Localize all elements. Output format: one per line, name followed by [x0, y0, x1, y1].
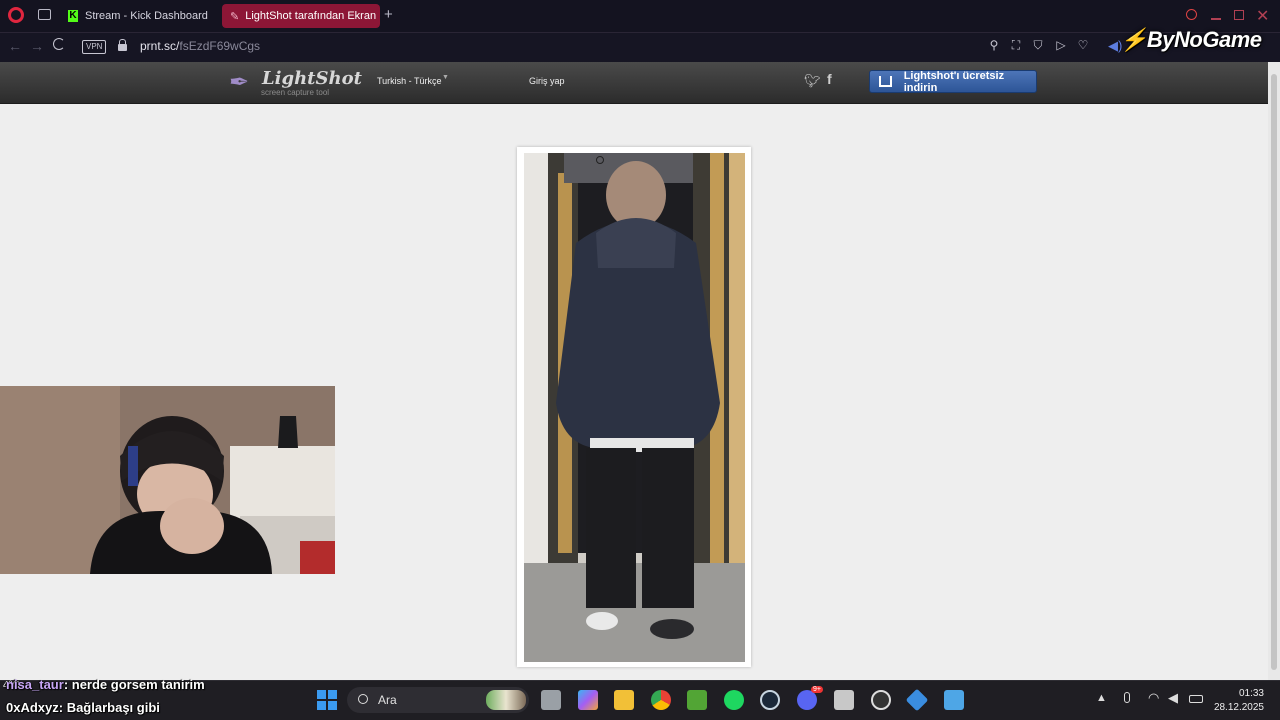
chat-username: 0xAdxyz: [6, 700, 59, 715]
lightshot-header: [0, 62, 1268, 104]
url-path: fsEzdF69wCgs: [179, 39, 261, 53]
url-host: prnt.sc/: [140, 39, 180, 53]
microphone-icon[interactable]: [1124, 692, 1130, 703]
discord-badge: 9+: [811, 686, 823, 693]
webcam-overlay: [0, 386, 335, 574]
chat-message: nisa_taur: nerde gorsem tanirim: [6, 677, 205, 692]
search-highlight-image[interactable]: [486, 690, 526, 710]
task-view-icon[interactable]: [541, 690, 561, 710]
login-link[interactable]: Giriş yap: [529, 76, 565, 86]
recorder-icon[interactable]: [871, 690, 891, 710]
chevron-up-icon[interactable]: ▲: [1096, 692, 1107, 704]
game-launcher-icon[interactable]: [834, 690, 854, 710]
tab-switcher-icon[interactable]: [38, 9, 51, 20]
lock-icon[interactable]: [118, 39, 127, 51]
battery-icon[interactable]: [1189, 695, 1203, 703]
tab-kick-dashboard[interactable]: K Stream - Kick Dashboard: [60, 4, 216, 28]
twitter-icon[interactable]: 🐦︎: [804, 73, 821, 89]
kick-favicon-icon: K: [68, 10, 78, 22]
url-field[interactable]: prnt.sc/fsEzdF69wCgs: [140, 39, 260, 53]
chat-username: nisa_taur: [6, 677, 64, 692]
chevron-down-icon[interactable]: ▼: [442, 74, 449, 81]
webcam-drawing: [0, 386, 335, 574]
opera-menu-icon[interactable]: [8, 7, 24, 23]
reload-icon[interactable]: [53, 38, 65, 50]
clock-date[interactable]: 28.12.2025: [1213, 702, 1264, 713]
new-tab-button[interactable]: +: [384, 6, 398, 24]
chrome-icon[interactable]: [651, 690, 671, 710]
screenshot-image[interactable]: [524, 153, 745, 662]
tab-label: LightShot tarafından Ekran: [245, 10, 377, 22]
wifi-icon[interactable]: ◠: [1148, 690, 1159, 706]
feather-favicon-icon: ✎: [230, 10, 240, 23]
spotify-icon[interactable]: [724, 690, 744, 710]
clock-time[interactable]: 01:33: [1226, 688, 1264, 699]
language-select[interactable]: Turkish - Türkçe: [377, 76, 442, 86]
shield-icon[interactable]: ⛉: [1032, 39, 1044, 51]
scrollbar-thumb[interactable]: [1271, 74, 1277, 670]
tab-lightshot[interactable]: ✎ LightShot tarafından Ekran: [222, 4, 380, 28]
back-icon[interactable]: ←: [8, 38, 22, 54]
chat-message: 0xAdxyz: Bağlarbaşı gibi: [6, 700, 160, 715]
feather-logo-icon[interactable]: ✒: [229, 68, 255, 96]
vpn-badge[interactable]: VPN: [82, 40, 107, 54]
maximize-button[interactable]: [1234, 10, 1244, 20]
tab-search-icon[interactable]: [1186, 9, 1197, 20]
copilot-icon[interactable]: [578, 690, 598, 710]
lightshot-tagline: screen capture tool: [261, 88, 330, 97]
notepad-icon[interactable]: [944, 690, 964, 710]
download-icon: [879, 76, 892, 87]
close-window-button[interactable]: ✕: [1256, 6, 1269, 26]
download-button[interactable]: Lightshot'ı ücretsiz indirin: [869, 69, 1037, 94]
play-icon[interactable]: ▷: [1055, 39, 1067, 51]
minecraft-icon[interactable]: [687, 690, 707, 710]
sponsor-logo-overlay: ⚡ByNoGame: [1120, 27, 1262, 52]
windows-start-icon[interactable]: [317, 690, 337, 710]
facebook-icon[interactable]: f: [827, 71, 832, 87]
download-button-label: Lightshot'ı ücretsiz indirin: [903, 69, 1005, 94]
chat-text: : Bağlarbaşı gibi: [58, 700, 160, 715]
search-placeholder: Ara: [378, 693, 397, 707]
zoom-cursor-icon: [596, 156, 604, 164]
lightshot-logo[interactable]: LightShot: [262, 68, 362, 89]
minimize-button[interactable]: [1211, 18, 1221, 20]
tab-label: Stream - Kick Dashboard: [85, 10, 208, 22]
volume-icon[interactable]: ◀: [1168, 690, 1178, 706]
search-icon: [358, 694, 368, 704]
snapshot-icon[interactable]: ⛶: [1010, 39, 1022, 51]
file-explorer-icon[interactable]: [614, 690, 634, 710]
steam-icon[interactable]: [760, 690, 780, 710]
discord-icon[interactable]: [797, 690, 817, 710]
sponsor-name: ByNoGame: [1146, 27, 1262, 52]
photo-drawing: [524, 153, 745, 662]
chat-text: : nerde gorsem tanirim: [63, 677, 205, 692]
pin-icon[interactable]: ⚲: [988, 39, 1000, 51]
forward-icon[interactable]: →: [30, 38, 44, 54]
heart-icon[interactable]: ♡: [1077, 39, 1089, 51]
